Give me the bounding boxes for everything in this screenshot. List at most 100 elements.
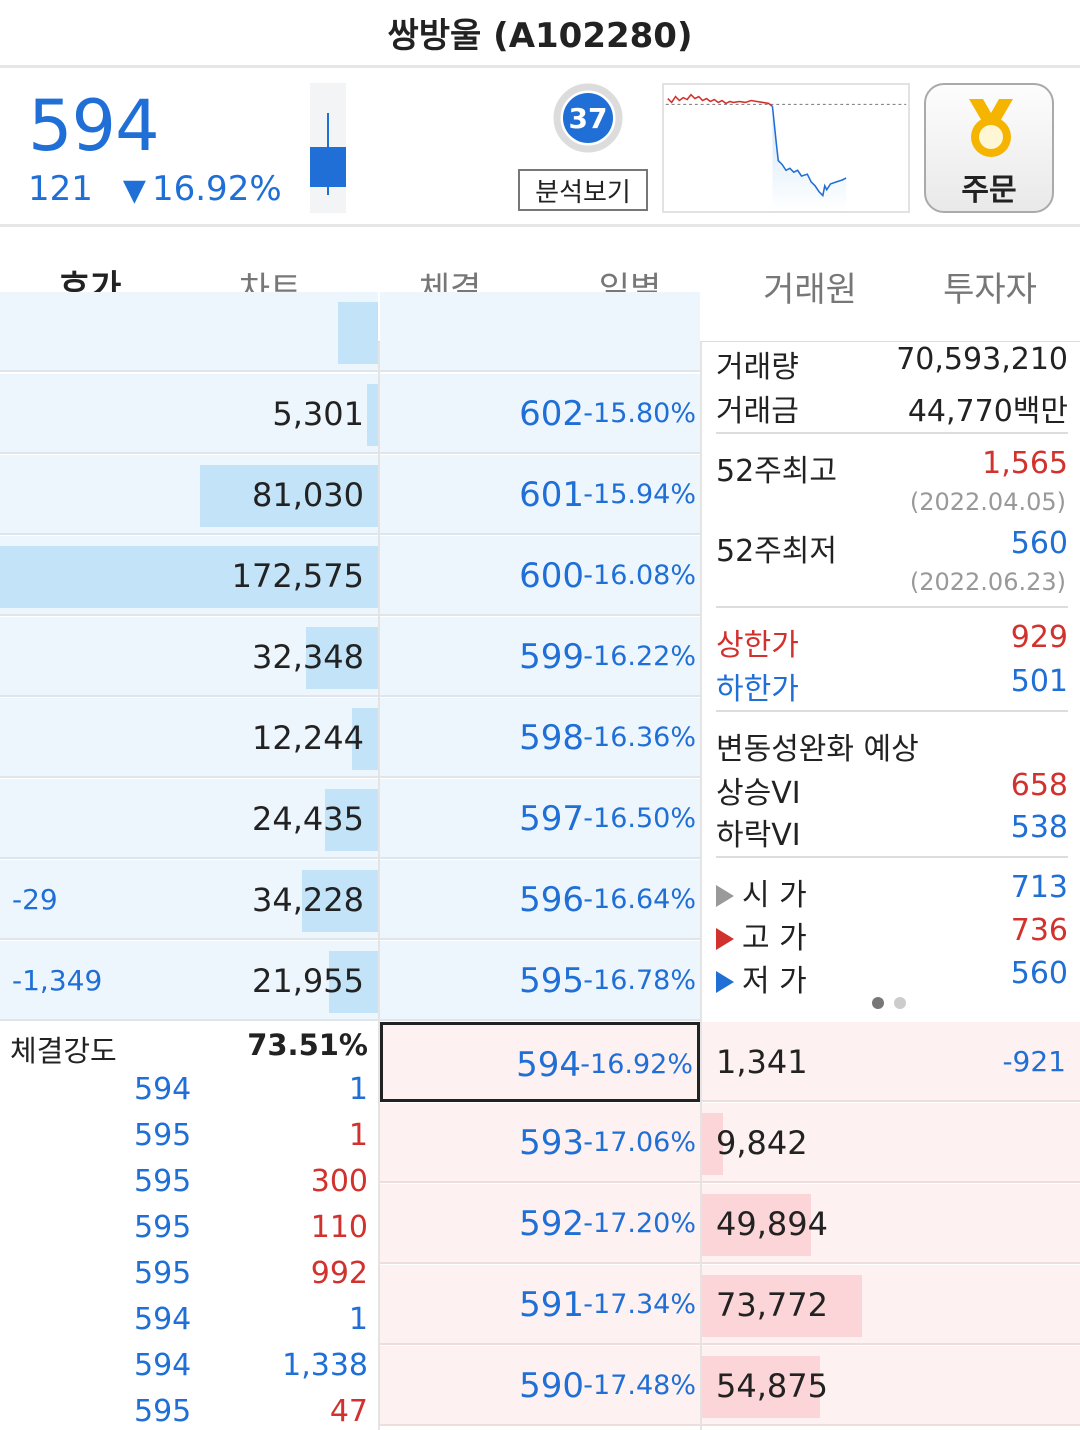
- gray-triangle-icon: [716, 885, 734, 907]
- ask-price-cell[interactable]: 599 -16.22%: [380, 617, 700, 697]
- trade-volume: 110: [310, 1210, 368, 1245]
- bid-quantity-row[interactable]: 54,875: [702, 1346, 1080, 1426]
- ask-price-cell[interactable]: 602 -15.80%: [380, 374, 700, 454]
- intraday-chart[interactable]: [662, 83, 910, 213]
- order-book[interactable]: 5,301 602 -15.80% 81,030 601 -15.94% 172,575 60…: [0, 292, 1080, 1430]
- amount-value: 44,770백만: [907, 394, 1068, 429]
- current-price: 594: [28, 85, 160, 167]
- red-triangle-icon: [716, 928, 734, 950]
- ask-price-cell[interactable]: 600 -16.08%: [380, 536, 700, 616]
- trade-price: 594: [134, 1348, 192, 1383]
- high-label: 고 가: [742, 921, 807, 956]
- bid-quantity-row[interactable]: 73,772: [702, 1265, 1080, 1345]
- open-label: 시 가: [742, 878, 807, 913]
- vi-up-value: 658: [1010, 768, 1068, 803]
- trade-volume: 1: [348, 1118, 368, 1153]
- bid-price: 590: [519, 1366, 584, 1406]
- low-label: 저 가: [742, 964, 807, 999]
- current-price-cell[interactable]: 594 -16.92%: [380, 1022, 700, 1102]
- ask-price-cell[interactable]: 601 -15.94%: [380, 455, 700, 535]
- ask-quantity-row[interactable]: 172,575: [0, 536, 378, 616]
- ask-percent: -15.94%: [583, 479, 696, 510]
- ask-change: -1,349: [12, 964, 103, 997]
- bid-quantity-row[interactable]: 9,842: [702, 1103, 1080, 1183]
- strength-label: 체결강도: [10, 1034, 117, 1068]
- bid-quantity: 1,341: [716, 1043, 808, 1081]
- ask-quantity: 172,575: [231, 557, 364, 595]
- trade-price: 595: [134, 1394, 192, 1429]
- bid-price: 591: [519, 1285, 584, 1325]
- vi-title-label: 변동성완화 예상: [716, 732, 919, 767]
- bid-quantity-row[interactable]: 1,341 -921: [702, 1022, 1080, 1102]
- ask-quantity-row[interactable]: 12,244: [0, 698, 378, 778]
- high52-date: (2022.04.05): [909, 488, 1066, 516]
- down-arrow-icon: ▼: [122, 173, 146, 208]
- ask-quantity-row[interactable]: 24,435: [0, 779, 378, 859]
- low52-value: 560: [1010, 526, 1068, 561]
- trade-volume: 1: [348, 1072, 368, 1107]
- order-button[interactable]: 주문: [924, 83, 1054, 213]
- ask-quantity-row[interactable]: -1,349 21,955: [0, 941, 378, 1021]
- bid-price-cell[interactable]: 591 -17.34%: [380, 1265, 700, 1345]
- trade-volume: 992: [310, 1256, 368, 1291]
- bid-price-cell[interactable]: 593 -17.06%: [380, 1103, 700, 1183]
- ask-price: 600: [519, 556, 584, 596]
- ask-volume-bar: [367, 384, 378, 446]
- ask-price-cell[interactable]: 595 -16.78%: [380, 941, 700, 1021]
- trade-price: 594: [134, 1072, 192, 1107]
- high-value: 736: [1010, 913, 1068, 948]
- tab-investors[interactable]: 투자자: [900, 230, 1080, 342]
- ask-percent: -16.36%: [583, 722, 696, 753]
- ask-price-cell[interactable]: 597 -16.50%: [380, 779, 700, 859]
- low52-date: (2022.06.23): [909, 568, 1066, 596]
- ask-percent: -16.50%: [583, 803, 696, 834]
- ask-quantity: 21,955: [252, 962, 364, 1000]
- bid-quantity-row[interactable]: 49,894: [702, 1184, 1080, 1264]
- ask-percent: -16.64%: [583, 884, 696, 915]
- price-change: 121 ▼ 16.92%: [28, 169, 282, 209]
- ask-price-clipped: [380, 292, 700, 372]
- lower-limit-label: 하한가: [716, 672, 799, 707]
- ask-price-cell[interactable]: 598 -16.36%: [380, 698, 700, 778]
- page-dot: [894, 997, 906, 1009]
- ask-percent: -16.08%: [583, 560, 696, 591]
- bid-percent: -17.06%: [583, 1127, 696, 1158]
- ask-price: 602: [519, 394, 584, 434]
- bid-price: 594: [516, 1045, 581, 1085]
- ask-quantity-row[interactable]: 81,030: [0, 455, 378, 535]
- bid-price-cell[interactable]: 590 -17.48%: [380, 1346, 700, 1426]
- amount-label: 거래금: [716, 394, 799, 429]
- upper-limit-label: 상한가: [716, 628, 799, 663]
- vi-up-label: 상승VI: [716, 776, 801, 811]
- ask-quantity: 12,244: [252, 719, 364, 757]
- page-indicator[interactable]: [872, 994, 916, 1013]
- ask-quantity-row[interactable]: -29 34,228: [0, 860, 378, 940]
- analysis-widget[interactable]: 37 분석보기: [518, 83, 648, 213]
- bid-percent: -16.92%: [580, 1049, 693, 1080]
- tab-brokers[interactable]: 거래원: [720, 230, 900, 342]
- ask-percent: -15.80%: [583, 398, 696, 429]
- blue-triangle-icon: [716, 971, 734, 993]
- change-percent: 16.92%: [151, 169, 282, 209]
- trade-price: 594: [134, 1302, 192, 1337]
- lower-limit-value: 501: [1010, 664, 1068, 699]
- analysis-button[interactable]: 분석보기: [518, 169, 648, 211]
- low52-label: 52주최저: [716, 534, 837, 569]
- ask-quantity-row[interactable]: 5,301: [0, 374, 378, 454]
- high52-label: 52주최고: [716, 454, 837, 489]
- page-dot-active: [872, 997, 884, 1009]
- trade-volume: 1,338: [282, 1348, 368, 1383]
- volume-label: 거래량: [716, 350, 799, 385]
- execution-panel: 체결강도 73.51% 594 1 595 1 595 300 595 110 595 992 59…: [0, 1022, 378, 1430]
- upper-limit-value: 929: [1010, 620, 1068, 655]
- bid-quantity: 54,875: [716, 1367, 828, 1405]
- ask-quantity-row[interactable]: 32,348: [0, 617, 378, 697]
- analysis-score: 37: [568, 101, 608, 135]
- bid-quantity: 9,842: [716, 1124, 808, 1162]
- ask-price: 597: [519, 799, 584, 839]
- bid-price-cell[interactable]: 592 -17.20%: [380, 1184, 700, 1264]
- bid-percent: -17.20%: [583, 1208, 696, 1239]
- ask-price-cell[interactable]: 596 -16.64%: [380, 860, 700, 940]
- ask-quantity: 34,228: [252, 881, 364, 919]
- ask-price: 595: [519, 961, 584, 1001]
